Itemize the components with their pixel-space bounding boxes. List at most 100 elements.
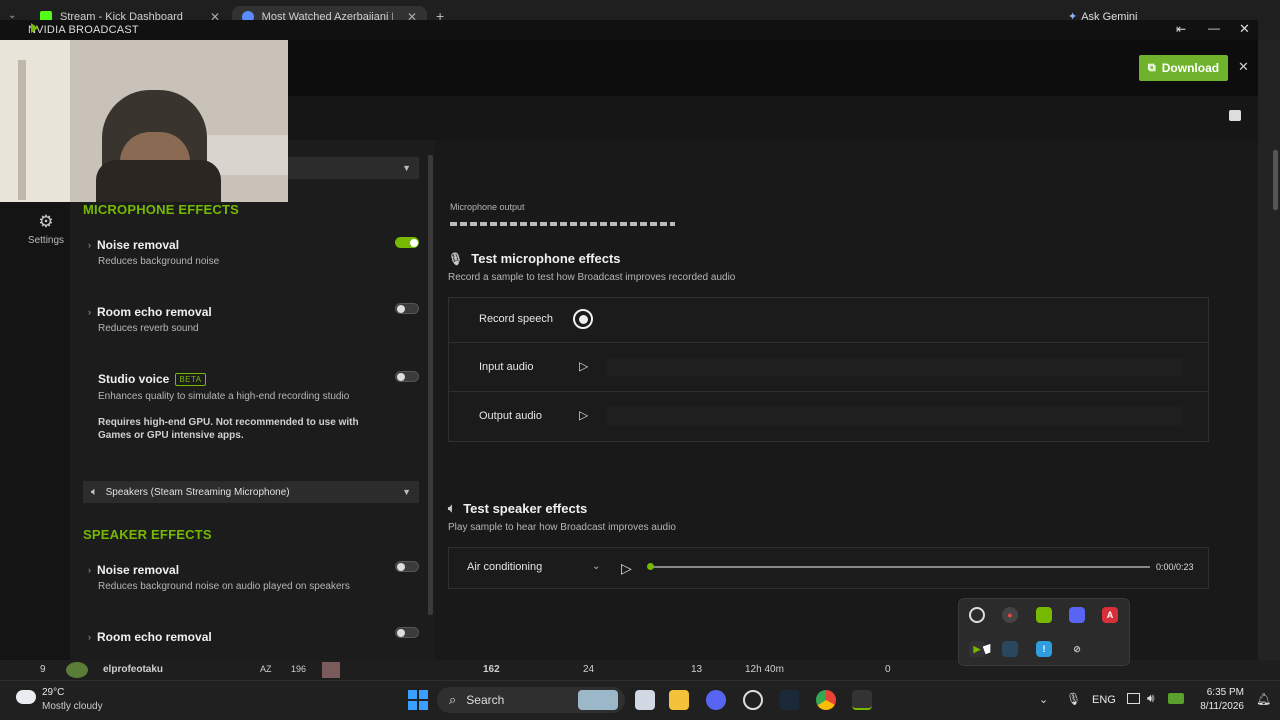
output-audio-label: Output audio — [479, 410, 542, 422]
minimize-icon[interactable]: — — [1208, 21, 1220, 35]
noise-removal-mic-toggle[interactable] — [395, 237, 419, 248]
pin-window-icon[interactable]: ⇤ — [1176, 22, 1186, 36]
input-audio-label: Input audio — [479, 361, 534, 373]
obs-taskbar-icon[interactable] — [743, 690, 763, 710]
noise-removal-speaker-toggle[interactable] — [395, 561, 419, 572]
steam-icon[interactable] — [1002, 641, 1018, 657]
record-icon — [578, 314, 588, 324]
close-window-icon[interactable]: ✕ — [1239, 21, 1250, 37]
weather-desc[interactable]: Mostly cloudy — [42, 701, 103, 712]
nav-settings[interactable]: ⚙ Settings — [22, 212, 70, 247]
panel-scrollbar[interactable] — [428, 155, 433, 615]
settings-label: Settings — [27, 235, 65, 246]
effect-noise-removal-mic[interactable]: › Noise removal — [88, 238, 179, 252]
effect-room-echo-speaker[interactable]: › Room echo removal — [88, 630, 212, 644]
download-button[interactable]: ⧉ Download — [1139, 55, 1228, 81]
clock-time[interactable]: 6:35 PM — [1198, 687, 1244, 698]
effect-desc: Reduces background noise on audio played… — [98, 581, 350, 592]
display-icon[interactable] — [1127, 693, 1140, 704]
mic-output-label: Microphone output — [450, 202, 525, 212]
viewers: 162 — [483, 664, 500, 675]
play-output-button[interactable]: ▷ — [579, 408, 588, 422]
webcam-overlay — [0, 40, 288, 202]
feedback-icon[interactable] — [1229, 110, 1241, 121]
effect-name: Room echo removal — [97, 305, 212, 319]
page-scrollbar[interactable] — [1273, 150, 1278, 210]
search-icon: ⌕ — [449, 692, 457, 707]
test-mic-title-text: Test microphone effects — [471, 251, 621, 266]
speaker-icon: 🔈︎ — [448, 501, 456, 515]
thumbnail — [322, 662, 340, 678]
microphone-device-dropdown[interactable]: ▼ — [283, 157, 419, 179]
search-label: Search — [466, 693, 505, 707]
stat: 0 — [885, 664, 891, 675]
gear-icon: ⚙ — [38, 212, 54, 231]
caret-down-icon: ▼ — [402, 163, 411, 173]
notification-bell-icon[interactable]: 🔔︎ — [1256, 692, 1271, 706]
hidden-eye-icon[interactable]: ⊘ — [1069, 641, 1085, 657]
windows-start-icon[interactable] — [408, 690, 428, 710]
discord-taskbar-icon[interactable] — [706, 690, 726, 710]
test-speaker-subtitle: Play sample to hear how Broadcast improv… — [448, 522, 676, 533]
tray-overflow-chevron-icon[interactable]: ⌄ — [1039, 693, 1048, 706]
effect-noise-removal-speaker[interactable]: › Noise removal — [88, 563, 179, 577]
chevron-right-icon: › — [88, 307, 91, 317]
close-banner-icon[interactable]: ✕ — [1238, 59, 1249, 75]
microphone-tray-icon[interactable]: 🎙︎ — [1066, 692, 1081, 706]
room-echo-speaker-toggle[interactable] — [395, 627, 419, 638]
effect-room-echo-mic[interactable]: › Room echo removal — [88, 305, 212, 319]
test-mic-title: 🎙︎ Test microphone effects — [448, 251, 621, 266]
play-input-button[interactable]: ▷ — [579, 359, 588, 373]
speaker-device-dropdown[interactable]: 🔈︎ Speakers (Steam Streaming Microphone)… — [83, 481, 419, 503]
test-mic-subtitle: Record a sample to test how Broadcast im… — [448, 272, 736, 283]
task-view-icon[interactable] — [635, 690, 655, 710]
beta-badge: BETA — [175, 372, 206, 386]
discord-icon[interactable] — [1069, 607, 1085, 623]
language: AZ — [260, 664, 272, 674]
battery-icon[interactable] — [1168, 693, 1184, 704]
background-page — [1258, 40, 1280, 660]
app-title: NVIDIA BROADCAST — [28, 24, 139, 36]
file-explorer-icon[interactable] — [669, 690, 689, 710]
sample-progress-track[interactable] — [651, 566, 1150, 568]
clock-date[interactable]: 8/11/2026 — [1190, 701, 1244, 712]
broadcast-taskbar-icon[interactable] — [852, 690, 872, 710]
effect-studio-voice[interactable]: Studio voice BETA — [98, 372, 206, 386]
chevron-right-icon: › — [88, 632, 91, 642]
streamer-name[interactable]: elprofeotaku — [103, 664, 163, 675]
amd-icon[interactable]: A — [1102, 607, 1118, 623]
language-indicator[interactable]: ENG — [1092, 694, 1116, 706]
chevron-down-icon[interactable]: ⌄ — [592, 561, 600, 572]
broadcast-icon[interactable]: ▶ — [969, 641, 985, 657]
nvidia-icon[interactable] — [1036, 607, 1052, 623]
microphone-effects-title: MICROPHONE EFFECTS — [83, 202, 239, 217]
divider — [449, 391, 1208, 392]
volume-icon[interactable]: 🔊︎ — [1147, 691, 1155, 706]
app-icon[interactable]: ● — [1002, 607, 1018, 623]
sample-time: 0:00/0:23 — [1156, 562, 1194, 572]
effect-name: Noise removal — [97, 563, 180, 577]
play-sample-button[interactable]: ▷ — [621, 560, 632, 577]
sample-select[interactable]: Air conditioning — [467, 561, 542, 573]
avatar — [66, 662, 88, 678]
obs-icon[interactable] — [969, 607, 985, 623]
stat: 24 — [583, 664, 595, 675]
weather-temp[interactable]: 29°C — [42, 687, 64, 698]
download-label: Download — [1161, 61, 1220, 75]
speaker-effects-title: SPEAKER EFFECTS — [83, 527, 212, 542]
chevron-right-icon: › — [88, 240, 91, 250]
weather-icon[interactable] — [16, 690, 36, 704]
record-button[interactable] — [573, 309, 593, 329]
defender-icon[interactable]: ! — [1036, 641, 1052, 657]
test-speaker-title-text: Test speaker effects — [463, 501, 588, 516]
mic-output-meter — [450, 222, 675, 226]
broadcast-titlebar: NVIDIA BROADCAST — [0, 20, 1258, 40]
sample-progress-handle[interactable] — [647, 563, 654, 570]
room-echo-mic-toggle[interactable] — [395, 303, 419, 314]
stat: 196 — [291, 664, 307, 674]
steam-taskbar-icon[interactable] — [779, 690, 799, 710]
chrome-icon[interactable] — [816, 690, 836, 710]
chevron-right-icon: › — [88, 565, 91, 575]
effect-name: Room echo removal — [97, 630, 212, 644]
studio-voice-toggle[interactable] — [395, 371, 419, 382]
